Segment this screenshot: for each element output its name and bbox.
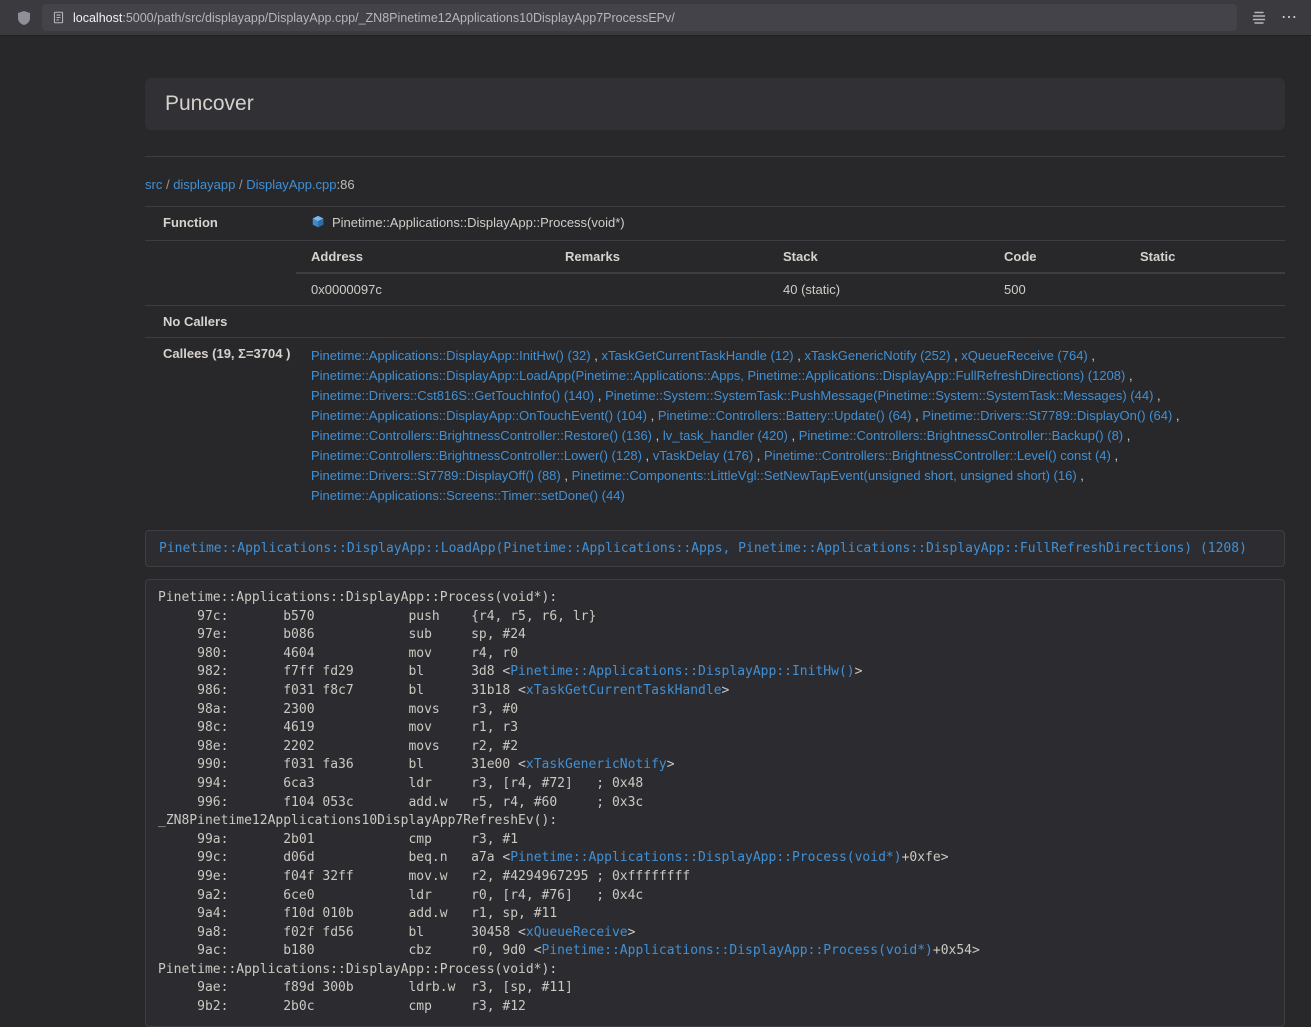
line-number: :86 xyxy=(337,177,355,192)
shield-icon[interactable] xyxy=(16,10,32,26)
function-label: Function xyxy=(145,207,296,240)
function-icon xyxy=(311,215,325,232)
symbol-table: Function Pinetime::Applications::Display… xyxy=(145,206,1285,514)
static-value xyxy=(1125,273,1285,305)
code-symbol-link[interactable]: Pinetime::Applications::DisplayApp::Init… xyxy=(510,664,854,679)
breadcrumb-link[interactable]: displayapp xyxy=(173,177,235,192)
callee-link[interactable]: Pinetime::Drivers::Cst816S::GetTouchInfo… xyxy=(311,388,594,403)
table-header-row: Address Remarks Stack Code Static xyxy=(296,241,1285,273)
breadcrumb-link[interactable]: src xyxy=(145,177,162,192)
code-symbol-link[interactable]: Pinetime::Applications::DisplayApp::Proc… xyxy=(510,850,901,865)
callee-link[interactable]: Pinetime::System::SystemTask::PushMessag… xyxy=(605,388,1153,403)
col-code: Code xyxy=(989,241,1125,273)
col-static: Static xyxy=(1125,241,1285,273)
code-symbol-link[interactable]: xQueueReceive xyxy=(526,925,628,940)
callee-link[interactable]: xTaskGetCurrentTaskHandle (12) xyxy=(601,348,793,363)
callee-link[interactable]: Pinetime::Drivers::St7789::DisplayOn() (… xyxy=(922,408,1172,423)
code-symbol-link[interactable]: xTaskGetCurrentTaskHandle xyxy=(526,683,722,698)
no-callers-row: No Callers xyxy=(145,306,1285,338)
breadcrumb: src / displayapp / DisplayApp.cpp:86 xyxy=(145,177,1285,192)
panel-symbol-link[interactable]: Pinetime::Applications::DisplayApp::Load… xyxy=(159,541,1247,556)
table-row: 0x0000097c 40 (static) 500 xyxy=(296,273,1285,305)
address-row: Address Remarks Stack Code Static 0x0000… xyxy=(145,241,1285,306)
col-remarks: Remarks xyxy=(550,241,768,273)
callee-link[interactable]: Pinetime::Components::LittleVgl::SetNewT… xyxy=(572,468,1077,483)
callee-link[interactable]: Pinetime::Controllers::Battery::Update()… xyxy=(658,408,912,423)
code-symbol-link[interactable]: xTaskGenericNotify xyxy=(526,757,667,772)
callee-link[interactable]: Pinetime::Applications::DisplayApp::Init… xyxy=(311,348,591,363)
page-title: Puncover xyxy=(165,92,254,116)
divider xyxy=(145,156,1285,157)
reader-view-icon[interactable] xyxy=(1251,10,1267,26)
stack-value: 40 (static) xyxy=(768,273,989,305)
callee-link[interactable]: Pinetime::Applications::DisplayApp::OnTo… xyxy=(311,408,647,423)
function-name: Pinetime::Applications::DisplayApp::Proc… xyxy=(332,215,625,230)
callees-label: Callees (19, Σ=3704 ) xyxy=(145,338,296,514)
callee-link[interactable]: lv_task_handler (420) xyxy=(663,428,788,443)
callee-link[interactable]: Pinetime::Controllers::BrightnessControl… xyxy=(764,448,1111,463)
col-address: Address xyxy=(296,241,550,273)
url-host: localhost xyxy=(73,11,122,25)
url-path: :5000/path/src/displayapp/DisplayApp.cpp… xyxy=(122,11,674,25)
breadcrumb-link[interactable]: DisplayApp.cpp xyxy=(246,177,336,192)
callee-link[interactable]: xTaskGenericNotify (252) xyxy=(805,348,951,363)
callee-link[interactable]: Pinetime::Controllers::BrightnessControl… xyxy=(311,428,652,443)
address-table: Address Remarks Stack Code Static 0x0000… xyxy=(296,241,1285,305)
breadcrumb-separator: / xyxy=(235,177,246,192)
no-callers-label: No Callers xyxy=(145,306,296,337)
callee-link[interactable]: Pinetime::Controllers::BrightnessControl… xyxy=(311,448,642,463)
function-row: Function Pinetime::Applications::Display… xyxy=(145,207,1285,241)
address-value: 0x0000097c xyxy=(296,273,550,305)
disassembly-block: Pinetime::Applications::DisplayApp::Proc… xyxy=(145,579,1285,1027)
callee-link[interactable]: xQueueReceive (764) xyxy=(961,348,1087,363)
callee-link[interactable]: Pinetime::Applications::DisplayApp::Load… xyxy=(311,368,1125,383)
code-symbol-link[interactable]: Pinetime::Applications::DisplayApp::Proc… xyxy=(542,943,933,958)
callee-link[interactable]: Pinetime::Controllers::BrightnessControl… xyxy=(799,428,1123,443)
callees-list: Pinetime::Applications::DisplayApp::Init… xyxy=(296,338,1285,514)
callee-link[interactable]: Pinetime::Drivers::St7789::DisplayOff() … xyxy=(311,468,561,483)
breadcrumb-separator: / xyxy=(162,177,173,192)
main-content: Puncover src / displayapp / DisplayApp.c… xyxy=(145,78,1285,1027)
overflow-menu-icon[interactable]: ⋯ xyxy=(1281,10,1297,26)
symbol-panel: Pinetime::Applications::DisplayApp::Load… xyxy=(145,530,1285,567)
callees-row: Callees (19, Σ=3704 ) Pinetime::Applicat… xyxy=(145,338,1285,514)
callee-link[interactable]: vTaskDelay (176) xyxy=(653,448,753,463)
browser-toolbar: localhost:5000/path/src/displayapp/Displ… xyxy=(0,0,1311,36)
col-stack: Stack xyxy=(768,241,989,273)
remarks-value xyxy=(550,273,768,305)
url-bar[interactable]: localhost:5000/path/src/displayapp/Displ… xyxy=(42,4,1237,31)
page-icon xyxy=(52,11,65,24)
code-size-value: 500 xyxy=(989,273,1125,305)
app-header: Puncover xyxy=(145,78,1285,130)
callee-link[interactable]: Pinetime::Applications::Screens::Timer::… xyxy=(311,488,625,503)
